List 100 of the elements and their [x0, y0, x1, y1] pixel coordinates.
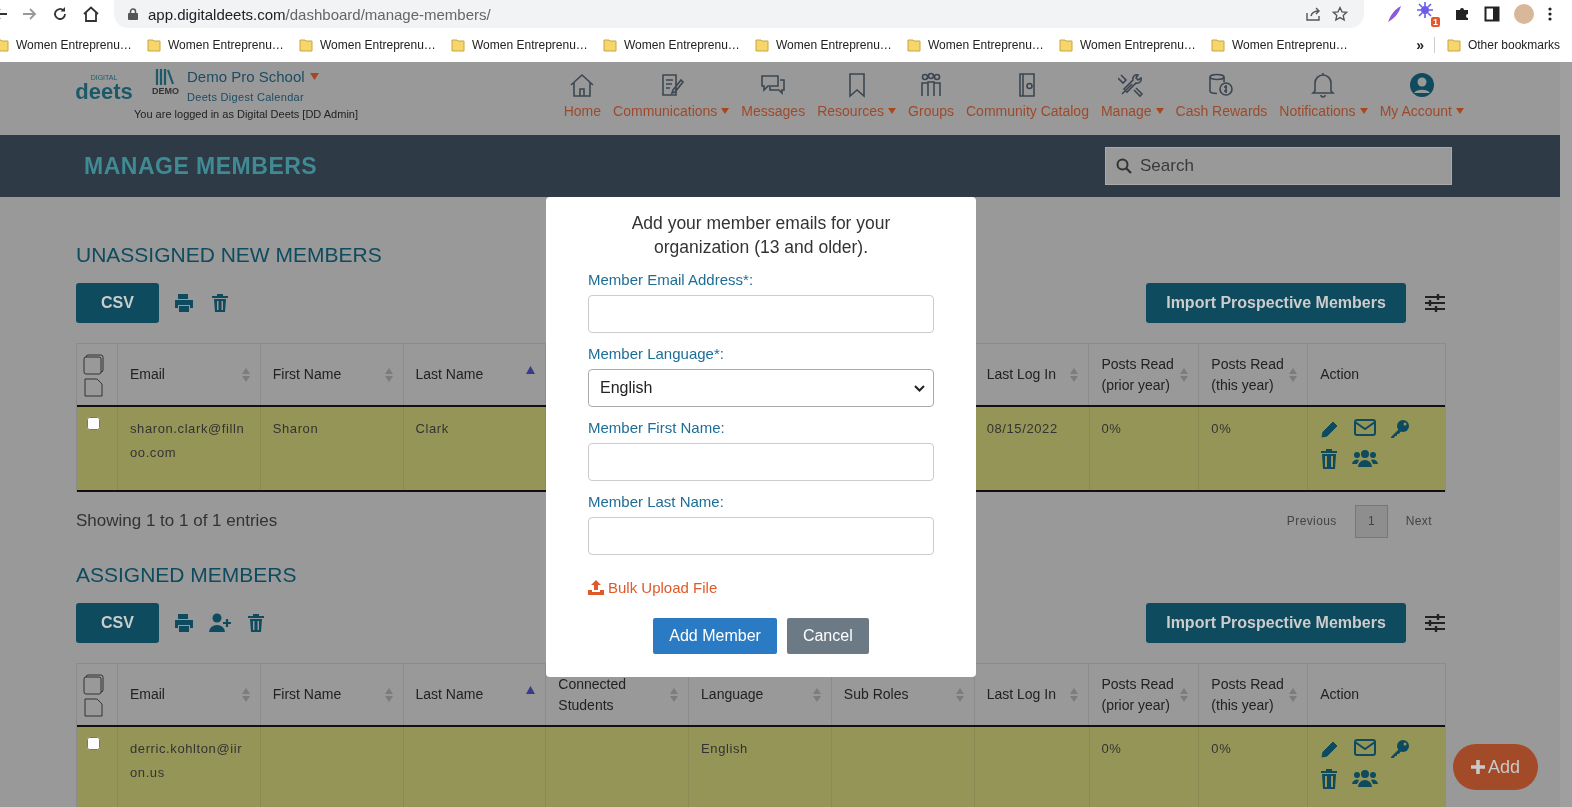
forward-icon[interactable] — [22, 6, 38, 22]
sort-ascending-icon[interactable] — [526, 686, 536, 694]
scrollbar[interactable] — [1560, 62, 1572, 807]
bell-icon[interactable] — [1309, 72, 1338, 98]
page-button[interactable]: 1 — [1354, 504, 1388, 538]
add-user-icon[interactable] — [209, 613, 231, 633]
column-header[interactable]: Last Log In — [986, 684, 1071, 705]
bookmark-item[interactable]: Women Entreprenu… — [16, 38, 132, 52]
folder-icon[interactable] — [299, 38, 313, 52]
column-header[interactable]: Action — [1320, 364, 1435, 385]
coins-icon[interactable] — [1207, 72, 1236, 98]
table-cell-text: Clark — [415, 420, 450, 438]
column-header[interactable]: Posts Read (this year) — [1211, 673, 1290, 716]
group-icon[interactable] — [1352, 449, 1379, 467]
import-button[interactable]: Import Prospective Members — [1146, 603, 1406, 643]
group-icon[interactable] — [1352, 769, 1379, 787]
trash-icon[interactable] — [209, 293, 231, 313]
user-circle-icon[interactable] — [1407, 72, 1436, 98]
column-header[interactable]: Sub Roles — [843, 684, 956, 705]
bookmark-item[interactable]: Women Entreprenu… — [320, 38, 436, 52]
folder-icon[interactable] — [603, 38, 617, 52]
address-bar[interactable]: app.digitaldeets.com/dashboard/manage-members/ — [114, 0, 1364, 28]
trash-icon[interactable] — [245, 613, 267, 633]
school-selector[interactable]: Demo Pro School — [187, 68, 319, 85]
more-bookmarks-button[interactable]: » — [1416, 37, 1424, 53]
profile-avatar[interactable] — [1514, 4, 1534, 24]
share-icon[interactable] — [1306, 7, 1322, 21]
folder-icon[interactable] — [1211, 38, 1225, 52]
folder-icon[interactable] — [755, 38, 769, 52]
bookmark-item[interactable]: Other bookmarks — [1467, 38, 1560, 52]
folder-icon[interactable] — [1059, 38, 1073, 52]
home-icon[interactable] — [82, 6, 100, 22]
bulk-upload-link[interactable]: Bulk Upload File — [588, 579, 718, 596]
bookmark-item[interactable]: Women Entreprenu… — [1232, 38, 1348, 52]
row-checkbox[interactable] — [87, 417, 100, 430]
bookmark-item[interactable]: Women Entreprenu… — [776, 38, 892, 52]
import-button[interactable]: Import Prospective Members — [1146, 283, 1406, 323]
chevron-down-icon — [914, 384, 925, 392]
csv-button[interactable]: CSV — [76, 283, 159, 323]
field-label: Member Email Address*: — [588, 271, 755, 288]
input-field[interactable] — [588, 517, 934, 555]
bookmark-item[interactable]: Women Entreprenu… — [928, 38, 1044, 52]
column-header[interactable]: First Name — [272, 684, 385, 705]
folder-icon[interactable] — [1446, 38, 1461, 52]
row-checkbox[interactable] — [87, 737, 100, 750]
menu-icon[interactable] — [1548, 6, 1552, 22]
puzzle-icon[interactable] — [1454, 6, 1470, 22]
table-cell-text: Sharon — [272, 420, 320, 438]
column-header[interactable]: Email — [129, 684, 242, 705]
upload-icon — [588, 580, 604, 595]
language-select[interactable]: English — [588, 369, 934, 407]
feather-icon[interactable] — [1386, 5, 1402, 23]
star-icon[interactable] — [1332, 6, 1348, 22]
dialog-intro: Add your member emails for your organization (13 and older). — [630, 212, 892, 259]
column-header[interactable]: Last Name — [415, 364, 527, 385]
add-button[interactable]: Add — [1453, 744, 1538, 790]
input-field[interactable] — [588, 443, 934, 481]
select-all-icon[interactable] — [83, 672, 105, 717]
select-all-icon[interactable] — [83, 352, 105, 397]
next-link[interactable]: Next — [1391, 514, 1446, 528]
column-header[interactable]: Last Log In — [986, 364, 1071, 385]
field-label: Member First Name: — [588, 419, 726, 436]
extension-icon[interactable] — [1416, 1, 1434, 19]
column-header[interactable]: Language — [701, 684, 813, 705]
calendar-link[interactable]: Deets Digest Calendar — [187, 91, 319, 103]
trash-icon[interactable] — [1320, 449, 1339, 469]
reload-icon[interactable] — [52, 6, 68, 22]
folder-icon[interactable] — [451, 38, 465, 52]
column-header[interactable]: Posts Read (prior year) — [1101, 673, 1181, 716]
bookmark-item[interactable]: Women Entreprenu… — [168, 38, 284, 52]
bookmark-item[interactable]: Women Entreprenu… — [1080, 38, 1196, 52]
cancel-button[interactable]: Cancel — [786, 618, 869, 654]
chat-bubbles-icon[interactable] — [759, 72, 788, 98]
sort-ascending-icon[interactable] — [526, 366, 536, 374]
column-header[interactable]: First Name — [272, 364, 385, 385]
print-icon[interactable] — [173, 293, 195, 313]
column-header[interactable]: Email — [129, 364, 242, 385]
add-member-button[interactable]: Add Member — [653, 618, 777, 654]
folder-icon[interactable] — [907, 38, 921, 52]
bookmark-item[interactable]: Women Entreprenu… — [472, 38, 588, 52]
column-settings-icon[interactable] — [1424, 294, 1446, 312]
column-header[interactable]: Connected Students — [558, 673, 671, 716]
mail-icon[interactable] — [1354, 739, 1377, 756]
column-header[interactable]: Posts Read (this year) — [1211, 353, 1290, 396]
print-icon[interactable] — [173, 613, 195, 633]
column-header[interactable]: Action — [1320, 684, 1435, 705]
key-icon[interactable] — [1390, 739, 1411, 759]
input-field[interactable] — [588, 295, 934, 333]
column-header[interactable]: Last Name — [415, 684, 527, 705]
search-field[interactable]: Search — [1105, 147, 1452, 185]
mail-icon[interactable] — [1354, 419, 1377, 436]
side-panel-icon[interactable] — [1484, 6, 1500, 22]
key-icon[interactable] — [1390, 419, 1411, 439]
folder-icon[interactable] — [147, 38, 161, 52]
previous-link[interactable]: Previous — [1272, 514, 1351, 528]
column-settings-icon[interactable] — [1424, 614, 1446, 632]
trash-icon[interactable] — [1320, 769, 1339, 789]
column-header[interactable]: Posts Read (prior year) — [1101, 353, 1181, 396]
bookmark-item[interactable]: Women Entreprenu… — [624, 38, 740, 52]
csv-button[interactable]: CSV — [76, 603, 159, 643]
